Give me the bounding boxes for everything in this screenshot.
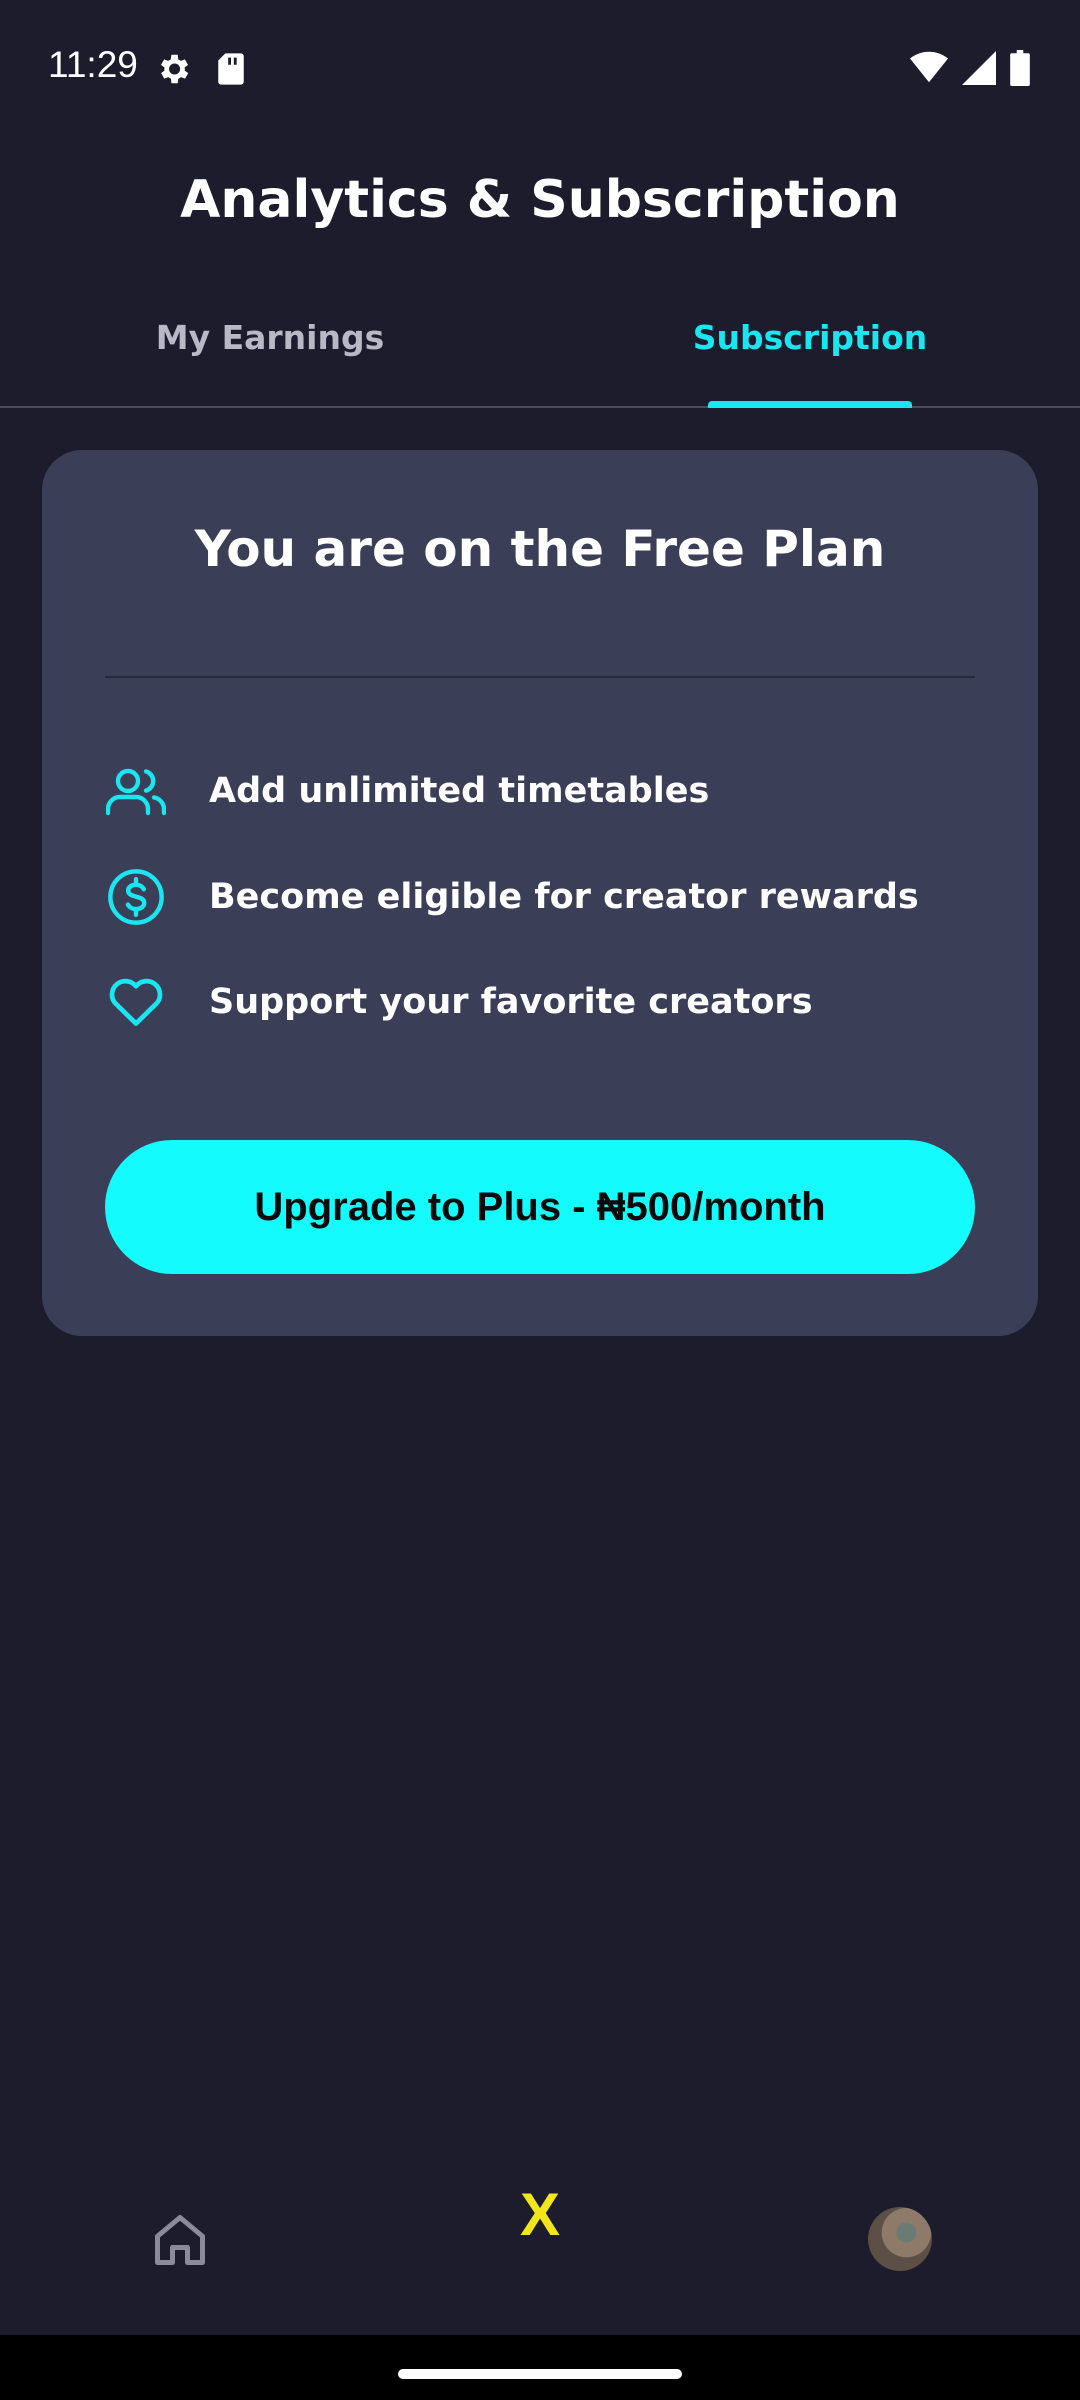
gesture-bar [0, 2335, 1080, 2400]
screen: 11:29 Analytics & Subscription My Earnin… [0, 0, 1080, 2400]
status-time: 11:29 [48, 44, 138, 85]
tab-bar: My Earnings Subscription [0, 300, 1080, 408]
upgrade-button[interactable]: Upgrade to Plus - ₦500/month [105, 1140, 975, 1274]
dollar-circle-icon [105, 866, 167, 928]
divider [105, 676, 975, 678]
tab-my-earnings[interactable]: My Earnings [120, 318, 420, 357]
heart-icon [105, 971, 167, 1033]
feature-item: Become eligible for creator rewards [105, 862, 985, 932]
feature-item: Add unlimited timetables [105, 756, 985, 826]
feature-item: Support your favorite creators [105, 967, 985, 1037]
plan-title: You are on the Free Plan [194, 520, 886, 578]
x-logo-icon[interactable]: X [510, 2180, 570, 2249]
plan-card: You are on the Free Plan Add unlimited t… [42, 450, 1038, 1336]
battery-icon [1010, 50, 1030, 86]
bottom-nav: X [0, 2160, 1080, 2335]
status-right-icons [910, 50, 1030, 86]
feature-label: Support your favorite creators [209, 982, 813, 1022]
wifi-icon [910, 51, 948, 83]
tab-active-indicator [708, 401, 912, 408]
tab-subscription[interactable]: Subscription [660, 318, 960, 357]
users-icon [105, 760, 167, 822]
cell-signal-icon [962, 51, 996, 85]
home-icon[interactable] [150, 2210, 210, 2270]
status-bar: 11:29 [0, 0, 1080, 136]
home-indicator[interactable] [398, 2369, 682, 2379]
gear-icon [160, 54, 189, 84]
page-title: Analytics & Subscription [180, 170, 900, 230]
feature-label: Become eligible for creator rewards [209, 877, 919, 917]
feature-label: Add unlimited timetables [209, 771, 710, 811]
avatar[interactable] [868, 2207, 932, 2271]
sd-card-icon [218, 53, 244, 85]
